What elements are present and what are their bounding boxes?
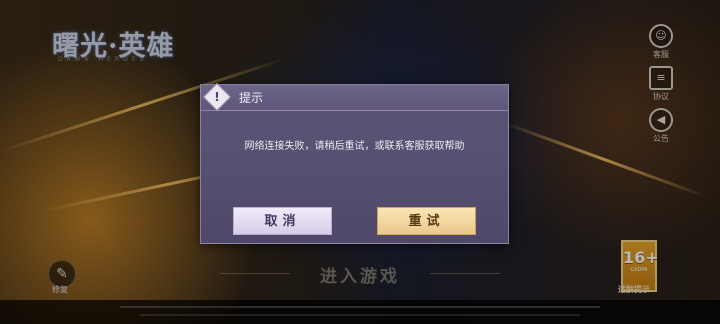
- warning-icon: !: [202, 82, 232, 112]
- retry-button[interactable]: 重试: [377, 207, 476, 235]
- network-error-dialog: ! 提示 网络连接失败，请稍后重试，或联系客服获取帮助 取消 重试: [200, 82, 509, 244]
- cancel-button[interactable]: 取消: [233, 207, 332, 235]
- dialog-title: 提示: [239, 91, 264, 105]
- dialog-header: ! 提示: [201, 82, 508, 112]
- dialog-message: 网络连接失败，请稍后重试，或联系客服获取帮助: [244, 141, 465, 152]
